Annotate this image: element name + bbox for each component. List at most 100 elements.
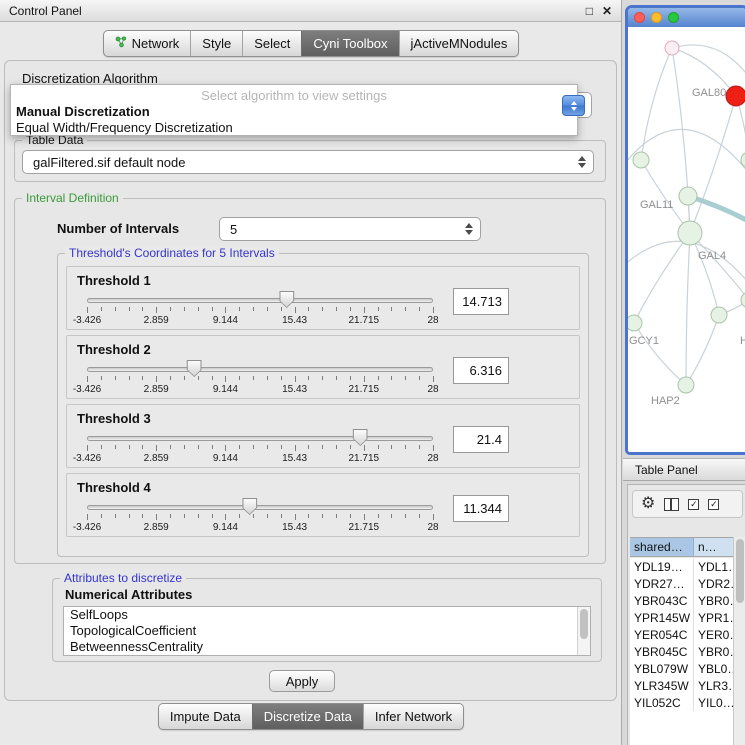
tab-impute-data[interactable]: Impute Data bbox=[159, 704, 252, 729]
columns-icon[interactable] bbox=[664, 498, 679, 511]
table-cell[interactable]: YLR3… bbox=[694, 677, 733, 694]
table-cell[interactable]: YBL079W bbox=[630, 660, 694, 677]
scrollbar-thumb[interactable] bbox=[580, 609, 588, 639]
table-cell[interactable]: YER054C bbox=[630, 626, 694, 643]
table-cell[interactable]: YDL19… bbox=[630, 558, 694, 575]
table-cell[interactable]: YBR0… bbox=[694, 643, 733, 660]
slider-thumb[interactable] bbox=[187, 360, 202, 377]
threshold-slider[interactable]: -3.4262.8599.14415.4321.71528 bbox=[87, 267, 433, 331]
network-edge[interactable] bbox=[634, 233, 690, 323]
list-item[interactable]: BetweennessCentrality bbox=[64, 639, 590, 655]
table-cell[interactable]: YDL1… bbox=[694, 558, 733, 575]
slider-track[interactable] bbox=[87, 505, 433, 510]
table-row[interactable]: YDR27…YDR2… bbox=[630, 575, 733, 592]
dropdown-option-manual[interactable]: Manual Discretization bbox=[16, 104, 150, 119]
table-row[interactable]: YPR145WYPR1… bbox=[630, 609, 733, 626]
network-node[interactable] bbox=[741, 292, 745, 308]
tab-cyni-toolbox[interactable]: Cyni Toolbox bbox=[301, 31, 398, 56]
table-row[interactable]: YDL19…YDL1… bbox=[630, 558, 733, 575]
slider-thumb[interactable] bbox=[242, 498, 257, 515]
list-item[interactable]: SelfLoops bbox=[64, 607, 590, 623]
table-row[interactable]: YER054CYER0… bbox=[630, 626, 733, 643]
slider-thumb[interactable] bbox=[279, 291, 294, 308]
combo-arrows-button[interactable] bbox=[562, 95, 585, 116]
table-cell[interactable]: YIL0… bbox=[694, 694, 733, 711]
apply-button[interactable]: Apply bbox=[269, 670, 335, 692]
network-view-window[interactable]: GAL80GAL11GAL4GCY1HAP2H bbox=[625, 5, 745, 455]
table-cell[interactable]: YLR345W bbox=[630, 677, 694, 694]
zoom-traffic-light[interactable] bbox=[668, 12, 679, 23]
threshold-value-field[interactable]: 21.4 bbox=[453, 426, 509, 453]
network-node[interactable] bbox=[678, 221, 702, 245]
table-row[interactable]: YLR345WYLR3… bbox=[630, 677, 733, 694]
numeric-attributes-list[interactable]: SelfLoopsTopologicalCoefficientBetweenne… bbox=[63, 606, 591, 656]
network-node[interactable] bbox=[726, 86, 745, 106]
network-node[interactable] bbox=[711, 307, 727, 323]
checkbox-icon[interactable]: ✓ bbox=[708, 499, 719, 510]
threshold-slider[interactable]: -3.4262.8599.14415.4321.71528 bbox=[87, 405, 433, 469]
table-cell[interactable]: YPR1… bbox=[694, 609, 733, 626]
column-header-shared-name[interactable]: shared… bbox=[630, 538, 694, 556]
network-edge[interactable] bbox=[686, 315, 719, 385]
table-panel-titlebar[interactable]: Table Panel bbox=[623, 458, 745, 481]
table-cell[interactable]: YER0… bbox=[694, 626, 733, 643]
column-header-name[interactable]: n… bbox=[694, 538, 733, 556]
network-edge[interactable] bbox=[628, 241, 745, 287]
slider-thumb[interactable] bbox=[353, 429, 368, 446]
table-cell[interactable]: YBR045C bbox=[630, 643, 694, 660]
network-edge[interactable] bbox=[672, 45, 745, 77]
network-canvas[interactable]: GAL80GAL11GAL4GCY1HAP2H bbox=[628, 27, 745, 449]
threshold-slider[interactable]: -3.4262.8599.14415.4321.71528 bbox=[87, 336, 433, 400]
gear-icon[interactable]: ⚙ bbox=[641, 496, 655, 512]
slider-track[interactable] bbox=[87, 367, 433, 372]
table-data-combo[interactable]: galFiltered.sif default node bbox=[22, 150, 594, 174]
float-window-icon[interactable]: □ bbox=[586, 5, 593, 17]
tab-infer-network[interactable]: Infer Network bbox=[363, 704, 463, 729]
table-row[interactable]: YBR045CYBR0… bbox=[630, 643, 733, 660]
table-row[interactable]: YIL052CYIL0… bbox=[630, 694, 733, 711]
network-edge[interactable] bbox=[690, 233, 719, 315]
network-node[interactable] bbox=[678, 377, 694, 393]
close-traffic-light[interactable] bbox=[634, 12, 645, 23]
table-cell[interactable]: YBR0… bbox=[694, 592, 733, 609]
tick-mark bbox=[198, 445, 199, 449]
threshold-value-field[interactable]: 11.344 bbox=[453, 495, 509, 522]
table-cell[interactable]: YBR043C bbox=[630, 592, 694, 609]
tab-discretize-data[interactable]: Discretize Data bbox=[252, 704, 363, 729]
list-item[interactable]: TopologicalCoefficient bbox=[64, 623, 590, 639]
network-edge[interactable] bbox=[634, 323, 686, 385]
close-icon[interactable]: ✕ bbox=[602, 5, 612, 17]
dropdown-option-equal-width[interactable]: Equal Width/Frequency Discretization bbox=[16, 120, 233, 135]
number-of-intervals-combo[interactable]: 5 bbox=[219, 217, 481, 241]
network-node[interactable] bbox=[628, 315, 642, 331]
minimize-traffic-light[interactable] bbox=[651, 12, 662, 23]
table-cell[interactable]: YPR145W bbox=[630, 609, 694, 626]
table-row[interactable]: YBR043CYBR0… bbox=[630, 592, 733, 609]
network-edge[interactable] bbox=[690, 233, 745, 300]
threshold-value-field[interactable]: 14.713 bbox=[453, 288, 509, 315]
table-scrollbar[interactable] bbox=[733, 537, 745, 745]
table-cell[interactable]: YIL052C bbox=[630, 694, 694, 711]
tab-jactivemnodules[interactable]: jActiveMNodules bbox=[399, 31, 519, 56]
list-scrollbar[interactable] bbox=[577, 607, 590, 655]
tab-select[interactable]: Select bbox=[242, 31, 301, 56]
scrollbar-thumb[interactable] bbox=[736, 539, 744, 603]
network-node[interactable] bbox=[679, 187, 697, 205]
network-node[interactable] bbox=[665, 41, 679, 55]
checkbox-icon[interactable]: ✓ bbox=[688, 499, 699, 510]
table-cell[interactable]: YDR27… bbox=[630, 575, 694, 592]
table-cell[interactable]: YDR2… bbox=[694, 575, 733, 592]
tab-network[interactable]: Network bbox=[104, 31, 191, 56]
tab-style[interactable]: Style bbox=[190, 31, 242, 56]
network-window-titlebar[interactable] bbox=[628, 8, 745, 27]
slider-track[interactable] bbox=[87, 298, 433, 303]
slider-track[interactable] bbox=[87, 436, 433, 441]
network-node[interactable] bbox=[741, 152, 745, 168]
network-node[interactable] bbox=[633, 152, 649, 168]
network-edge[interactable] bbox=[686, 233, 690, 385]
control-panel-titlebar[interactable]: Control Panel □ ✕ bbox=[0, 0, 621, 22]
table-row[interactable]: YBL079WYBL0… bbox=[630, 660, 733, 677]
threshold-slider[interactable]: -3.4262.8599.14415.4321.71528 bbox=[87, 474, 433, 538]
table-cell[interactable]: YBL0… bbox=[694, 660, 733, 677]
threshold-value-field[interactable]: 6.316 bbox=[453, 357, 509, 384]
